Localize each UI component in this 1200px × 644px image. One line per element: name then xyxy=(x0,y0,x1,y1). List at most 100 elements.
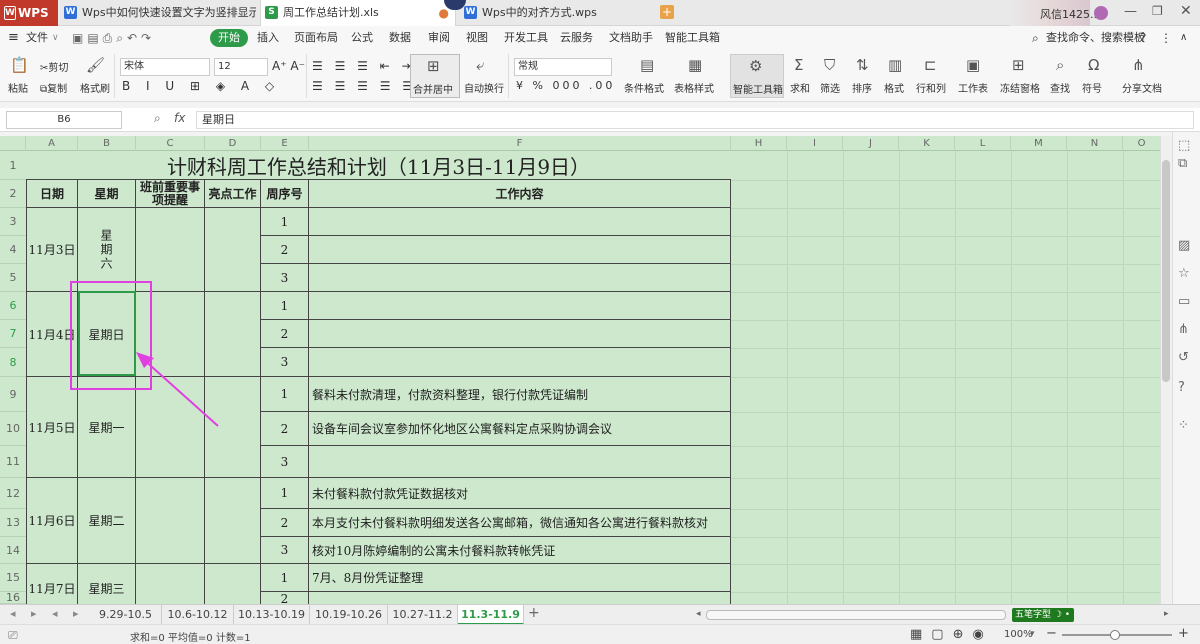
table-style-icon[interactable]: ▦ xyxy=(688,56,702,74)
history-icon[interactable]: ↺ xyxy=(1178,350,1189,365)
date-cell[interactable]: 11月3日 xyxy=(26,208,78,292)
row-header[interactable]: 12 xyxy=(0,478,26,509)
zoom-out-icon[interactable]: − xyxy=(1046,626,1057,641)
sheet-tab[interactable]: 10.13-10.19 xyxy=(234,605,310,625)
content-cell[interactable]: 本月支付未付餐料款明细发送各公寓邮箱，微信通知各公寓进行餐料款核对 xyxy=(309,509,731,537)
font-family-select[interactable]: 宋体 xyxy=(120,58,210,76)
share-side-icon[interactable]: ⋔ xyxy=(1178,322,1189,337)
menu-page-layout[interactable]: 页面布局 xyxy=(294,26,338,50)
column-header-k[interactable]: K xyxy=(899,136,955,151)
menu-data[interactable]: 数据 xyxy=(389,26,411,50)
copy-button[interactable]: ⧉复制 xyxy=(40,80,67,95)
format-icon[interactable]: ▥ xyxy=(888,56,902,74)
highlight-cell[interactable] xyxy=(205,208,261,292)
content-cell[interactable]: 核对10月陈婷编制的公寓未付餐料款转帐凭证 xyxy=(309,537,731,564)
highlight-cell[interactable] xyxy=(205,478,261,564)
sort-icon[interactable]: ⇅ xyxy=(856,56,869,74)
worksheet-button[interactable]: 工作表 xyxy=(958,80,988,95)
column-header-a[interactable]: A xyxy=(26,136,78,151)
date-cell[interactable]: 11月6日 xyxy=(26,478,78,564)
reminder-cell[interactable] xyxy=(136,208,205,292)
sheet-title-cell[interactable]: 计财科周工作总结和计划（11月3日-11月9日） xyxy=(26,151,731,180)
content-cell[interactable] xyxy=(309,446,731,478)
seq-cell[interactable]: 1 xyxy=(261,292,309,320)
column-header-l[interactable]: L xyxy=(955,136,1011,151)
row-header[interactable]: 7 xyxy=(0,320,26,348)
seq-cell[interactable]: 3 xyxy=(261,537,309,564)
menu-start[interactable]: 开始 xyxy=(210,29,248,47)
content-cell[interactable] xyxy=(309,236,731,264)
restore-icon[interactable]: ❐ xyxy=(1152,4,1163,18)
sort-button[interactable]: 排序 xyxy=(852,80,872,95)
zoom-slider-thumb[interactable] xyxy=(1110,630,1120,640)
column-header-d[interactable]: D xyxy=(205,136,261,151)
seq-cell[interactable]: 2 xyxy=(261,592,309,604)
seq-cell[interactable]: 3 xyxy=(261,348,309,377)
column-header-e[interactable]: E xyxy=(261,136,309,151)
help-side-icon[interactable]: ? xyxy=(1178,380,1185,395)
name-box[interactable]: B6 xyxy=(6,111,122,129)
close-icon[interactable]: ✕ xyxy=(1180,3,1192,19)
seq-cell[interactable]: 2 xyxy=(261,412,309,446)
collapse-ribbon-icon[interactable]: ∧ xyxy=(1180,26,1187,50)
freeze-panes-button[interactable]: 冻结窗格 xyxy=(1000,80,1040,95)
menu-formula[interactable]: 公式 xyxy=(351,26,373,50)
conditional-format-button[interactable]: 条件格式 xyxy=(624,80,664,95)
align-icons-row1[interactable]: ☰ ☰ ☰ ⇤ ⇥ xyxy=(312,59,416,73)
reminder-cell[interactable] xyxy=(136,478,205,564)
seq-cell[interactable]: 2 xyxy=(261,320,309,348)
column-header-m[interactable]: M xyxy=(1011,136,1067,151)
menu-smart-toolbox[interactable]: 智能工具箱 xyxy=(665,26,720,50)
pointer-tool-icon[interactable]: ⬚ xyxy=(1178,138,1190,153)
content-cell[interactable] xyxy=(309,348,731,377)
seq-cell[interactable]: 1 xyxy=(261,208,309,236)
content-cell[interactable] xyxy=(309,592,731,604)
menu-file[interactable]: 文件 xyxy=(26,26,48,50)
freeze-panes-icon[interactable]: ⊞ xyxy=(1012,56,1025,74)
sheet-nav-arrows[interactable]: ◂ ▸ ◂ ▸ xyxy=(10,607,85,620)
wps-logo[interactable]: W WPS xyxy=(0,0,58,26)
reminder-cell[interactable] xyxy=(136,564,205,604)
header-reminder[interactable]: 班前重要事项提醒 xyxy=(136,180,205,208)
command-search[interactable]: 查找命令、搜索模板 xyxy=(1046,26,1145,50)
new-tab-icon[interactable]: + xyxy=(660,5,674,19)
number-format-select[interactable]: 常规 xyxy=(514,58,612,76)
star-icon[interactable]: ☆ xyxy=(1178,266,1190,281)
symbol-icon[interactable]: Ω xyxy=(1088,56,1099,74)
horizontal-scrollbar[interactable] xyxy=(706,610,1006,620)
column-header-n[interactable]: N xyxy=(1067,136,1123,151)
hamburger-icon[interactable]: ≡ xyxy=(8,26,19,50)
row-header[interactable]: 14 xyxy=(0,537,26,564)
doc-tab-vertical-text[interactable]: W Wps中如何快速设置文字为竖排显示 xyxy=(60,0,256,26)
scroll-right-icon[interactable]: ▸ xyxy=(1164,609,1169,619)
content-cell[interactable]: 7月、8月份凭证整理 xyxy=(309,564,731,592)
row-header[interactable]: 8 xyxy=(0,348,26,377)
seq-cell[interactable]: 3 xyxy=(261,264,309,292)
macro-icon[interactable]: ⎚ xyxy=(8,628,18,643)
seq-cell[interactable]: 1 xyxy=(261,377,309,412)
row-header[interactable]: 3 xyxy=(0,208,26,236)
sheet-tab[interactable]: 9.29-10.5 xyxy=(90,605,162,625)
sum-icon[interactable]: Σ xyxy=(794,56,803,74)
select-all-corner[interactable] xyxy=(0,136,26,151)
zoom-formula-icon[interactable]: ⌕ xyxy=(154,111,161,126)
content-cell[interactable]: 未付餐料款付款凭证数据核对 xyxy=(309,478,731,509)
worksheet-icon[interactable]: ▣ xyxy=(966,56,980,74)
content-cell[interactable] xyxy=(309,292,731,320)
row-header[interactable]: 1 xyxy=(0,151,26,180)
row-header[interactable]: 6 xyxy=(0,292,26,320)
sheet-tab[interactable]: 10.6-10.12 xyxy=(162,605,234,625)
conditional-format-icon[interactable]: ▤ xyxy=(640,56,654,74)
row-header[interactable]: 16 xyxy=(0,591,26,604)
format-painter-icon[interactable]: 🖌 xyxy=(86,56,105,74)
sum-button[interactable]: 求和 xyxy=(790,80,810,95)
zoom-level[interactable]: 100% xyxy=(1004,629,1033,640)
menu-cloud[interactable]: 云服务 xyxy=(560,26,593,50)
row-header[interactable]: 9 xyxy=(0,377,26,412)
highlight-cell[interactable] xyxy=(205,564,261,604)
format-button[interactable]: 格式 xyxy=(884,80,904,95)
header-highlight[interactable]: 亮点工作 xyxy=(205,180,261,208)
column-header-j[interactable]: J xyxy=(843,136,899,151)
header-weekday[interactable]: 星期 xyxy=(78,180,136,208)
filter-button[interactable]: 筛选 xyxy=(820,80,840,95)
